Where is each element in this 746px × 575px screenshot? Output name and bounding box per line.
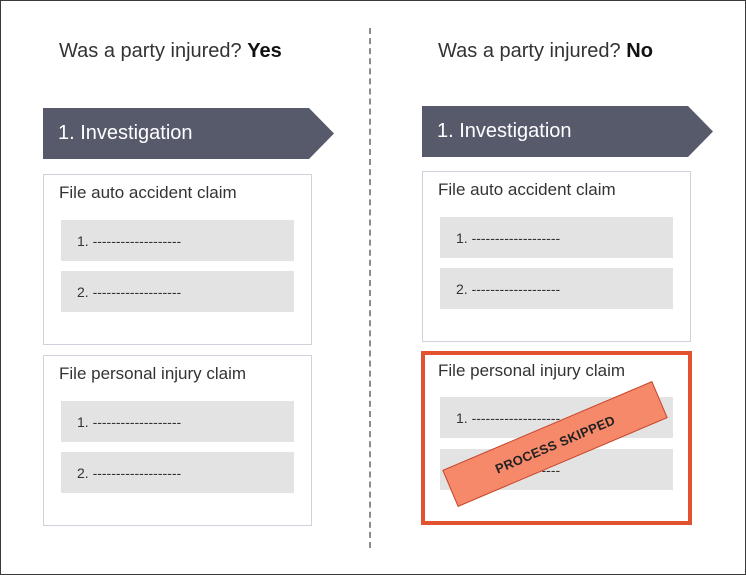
card-title: File auto accident claim <box>438 180 616 199</box>
card-title: File auto accident claim <box>59 183 237 202</box>
step-item: 1. ------------------- <box>61 401 294 442</box>
card-title: File personal injury claim <box>59 364 247 383</box>
card-personal-injury-left: File personal injury claim 1. ----------… <box>43 355 312 526</box>
step-item: 2. ------------------- <box>61 271 294 312</box>
card-auto-accident-left: File auto accident claim 1. ------------… <box>43 174 312 345</box>
step-item: 2. ------------------- <box>440 268 673 309</box>
column-divider <box>369 28 371 548</box>
stage-chevron-right: 1. Investigation <box>422 106 713 157</box>
answer-yes: Yes <box>247 40 282 62</box>
card-auto-accident-right: File auto accident claim 1. ------------… <box>422 171 691 342</box>
stage-chevron-left: 1. Investigation <box>43 108 334 159</box>
question-left: Was a party injured? Yes <box>59 40 282 63</box>
answer-no: No <box>626 40 653 62</box>
question-text: Was a party injured? <box>438 40 621 62</box>
card-title: File personal injury claim <box>438 361 626 380</box>
step-item: 1. ------------------- <box>61 220 294 261</box>
step-item: 1. ------------------- <box>440 217 673 258</box>
question-right: Was a party injured? No <box>438 40 653 63</box>
stage-label: 1. Investigation <box>437 120 572 142</box>
step-item: 2. ------------------- <box>61 452 294 493</box>
stage-label: 1. Investigation <box>58 122 193 144</box>
question-text: Was a party injured? <box>59 40 242 62</box>
